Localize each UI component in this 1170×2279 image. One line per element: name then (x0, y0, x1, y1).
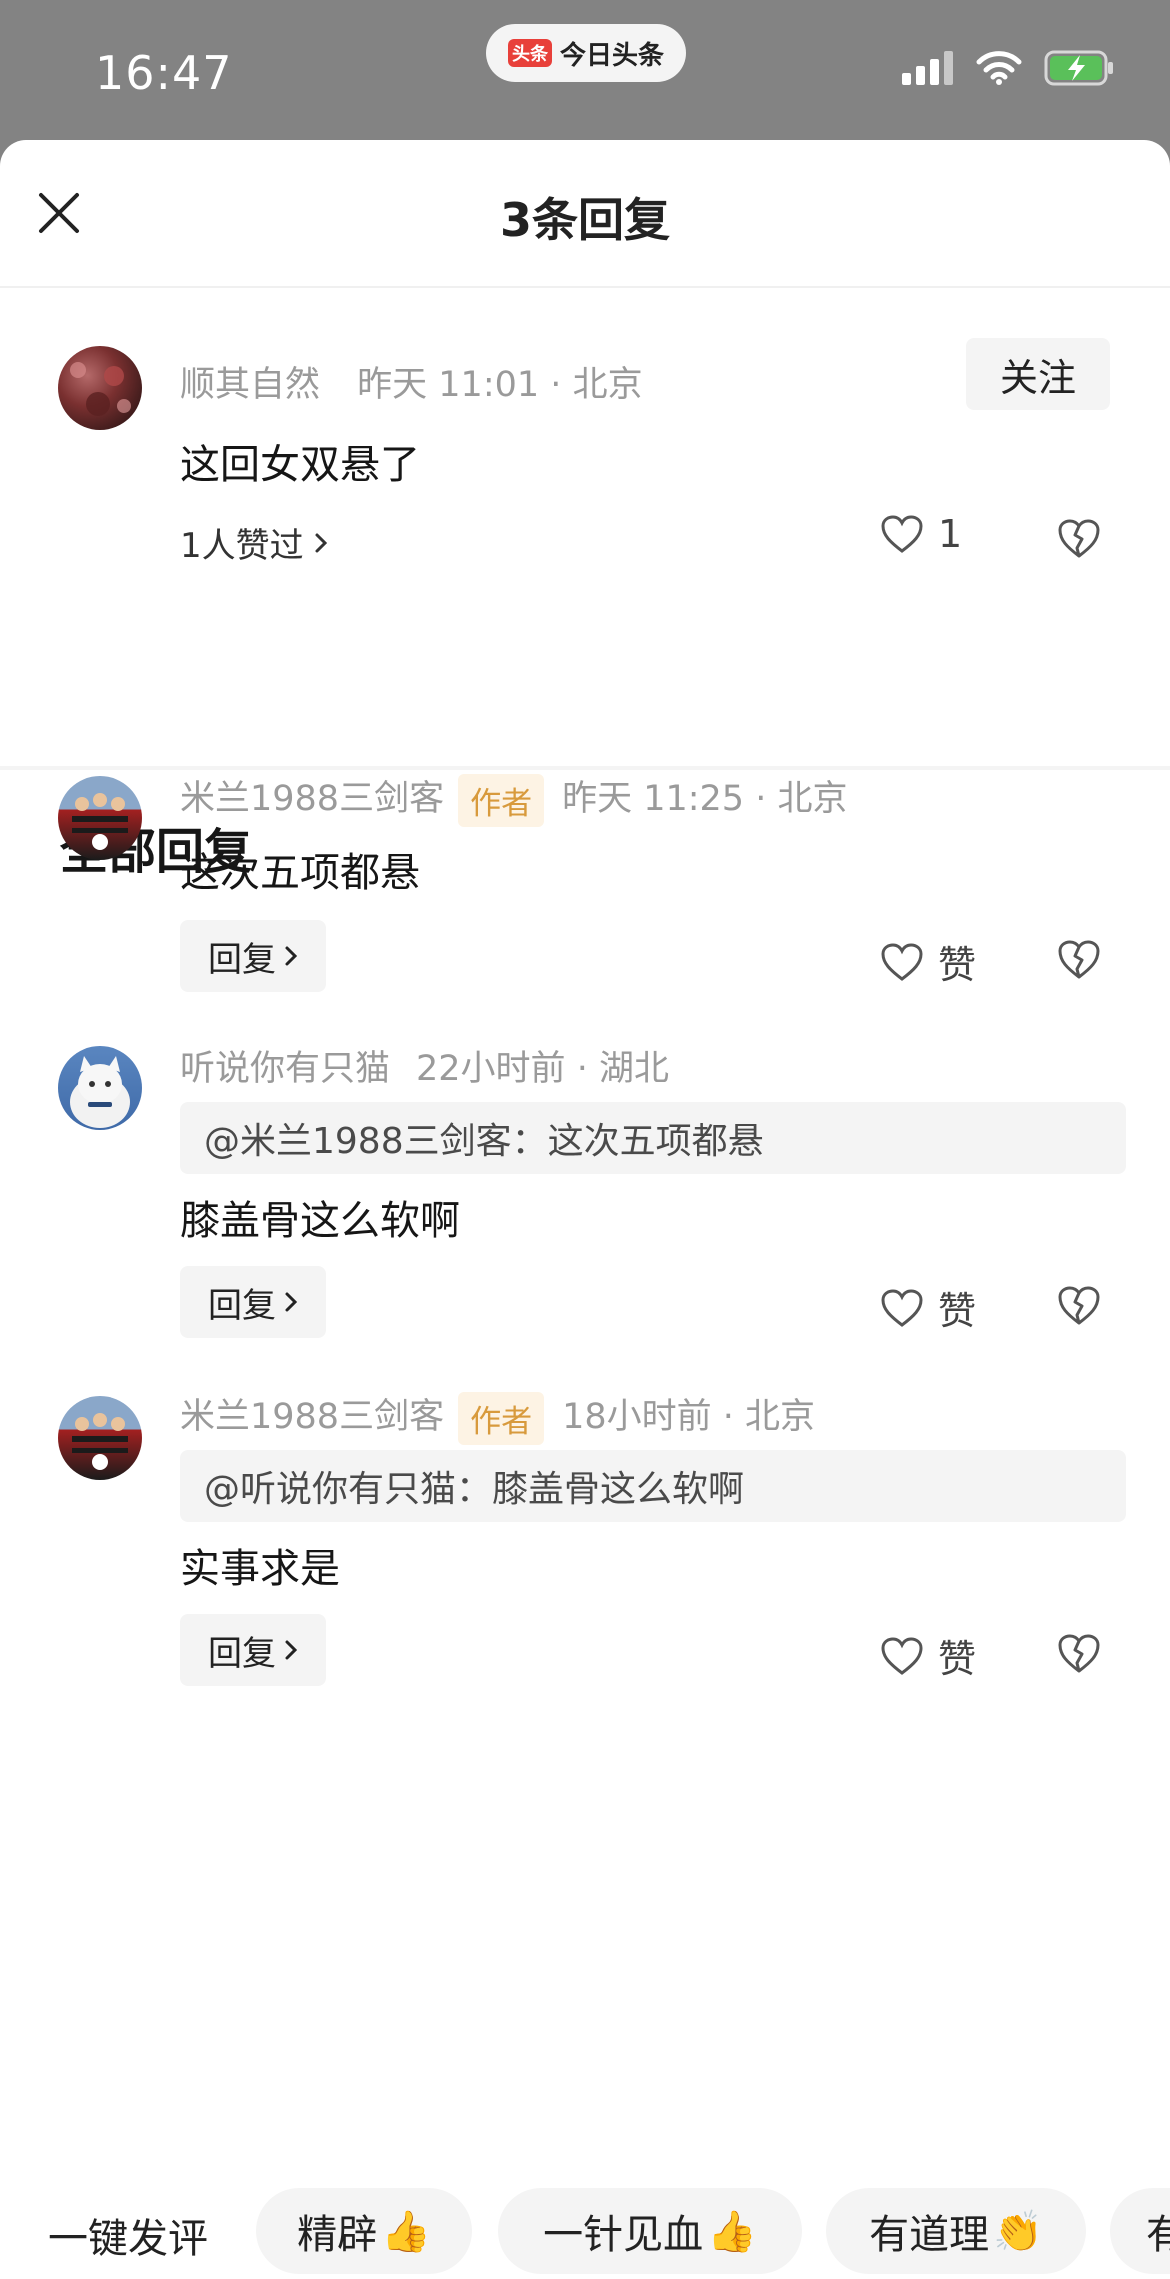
source-app-name: 今日头条 (560, 40, 665, 71)
reply-meta: 米兰1988三剑客 作者 昨天 11:25 · 北京 (180, 770, 847, 827)
avatar[interactable] (58, 1046, 142, 1130)
thumbs-up-icon: 👍 (707, 2208, 757, 2255)
location: 北京 (572, 365, 643, 405)
dislike-icon[interactable] (1056, 936, 1102, 982)
username[interactable]: 听说你有只猫 (180, 1049, 390, 1089)
location: 北京 (777, 779, 848, 819)
heart-icon (881, 942, 923, 981)
heart-icon (881, 1636, 923, 1675)
reply-button[interactable]: 回复 (180, 920, 326, 992)
like-label: 赞 (938, 1637, 977, 1681)
chevron-right-icon (315, 533, 327, 552)
like-button[interactable]: 赞 (880, 1628, 976, 1683)
chip-text: 有道理 (869, 2212, 990, 2258)
avatar[interactable] (58, 346, 142, 430)
status-icons (902, 50, 1116, 86)
quick-reply-chip[interactable]: 有 (1110, 2188, 1170, 2274)
reply-meta: 米兰1988三剑客 作者 18小时前 · 北京 (180, 1388, 815, 1445)
liked-by-link[interactable]: 1人赞过 (180, 518, 328, 567)
avatar[interactable] (58, 776, 142, 860)
liked-by-label: 1人赞过 (180, 526, 304, 566)
quoted-comment[interactable]: @听说你有只猫：膝盖骨这么软啊 (180, 1450, 1126, 1522)
status-time: 16:47 (95, 46, 233, 100)
timestamp: 昨天 11:01 (357, 365, 540, 405)
timestamp: 22小时前 (416, 1049, 566, 1089)
username[interactable]: 米兰1988三剑客 (180, 779, 444, 819)
reply-label: 回复 (208, 1285, 276, 1326)
status-bar: 16:47 头条 今日头条 (0, 0, 1170, 140)
like-button[interactable]: 1 (880, 512, 962, 556)
location: 湖北 (598, 1049, 669, 1089)
source-app-pill[interactable]: 头条 今日头条 (486, 24, 687, 82)
comment-meta: 顺其自然 昨天 11:01 · 北京 (180, 365, 643, 405)
sheet-header: 3条回复 (0, 140, 1170, 288)
reply-text: 实事求是 (180, 1546, 340, 1592)
reply-sheet: 3条回复 顺其自然 昨天 11:01 · 北京 关注 这回女双悬了 1人赞过 1 (0, 140, 1170, 2279)
reply-meta: 听说你有只猫 22小时前 · 湖北 (180, 1049, 669, 1089)
location: 北京 (745, 1397, 816, 1437)
battery-charging-icon (1044, 50, 1113, 86)
reply-button[interactable]: 回复 (180, 1266, 326, 1338)
chevron-right-icon (285, 1640, 298, 1660)
timestamp: 昨天 11:25 (562, 779, 745, 819)
quoted-comment[interactable]: @米兰1988三剑客：这次五项都悬 (180, 1102, 1126, 1174)
heart-icon (881, 1288, 923, 1327)
reply-label: 回复 (208, 1633, 276, 1674)
signal-icon (902, 51, 953, 85)
username[interactable]: 顺其自然 (180, 365, 320, 405)
like-button[interactable]: 赞 (880, 1280, 976, 1335)
like-count: 1 (938, 512, 963, 556)
toutiao-logo-icon: 头条 (508, 39, 552, 67)
follow-button[interactable]: 关注 (966, 338, 1110, 410)
like-button[interactable]: 赞 (880, 934, 976, 989)
comment-text: 这回女双悬了 (180, 442, 420, 488)
page-title: 3条回复 (499, 193, 670, 247)
timestamp: 18小时前 (562, 1397, 712, 1437)
quick-reply-chip[interactable]: 有道理 👏 (826, 2188, 1086, 2274)
dislike-icon[interactable] (1056, 515, 1102, 561)
chevron-right-icon (285, 946, 298, 966)
wifi-icon (976, 51, 1022, 85)
reply-text: 这次五项都悬 (180, 850, 420, 896)
chip-text: 一针见血 (543, 2212, 704, 2258)
chevron-right-icon (285, 1292, 298, 1312)
quick-reply-chip[interactable]: 一针见血 👍 (498, 2188, 802, 2274)
author-badge: 作者 (458, 1391, 545, 1445)
like-label: 赞 (938, 943, 977, 987)
chip-text: 精辟 (297, 2212, 378, 2258)
reply-button[interactable]: 回复 (180, 1614, 326, 1686)
quick-reply-label: 一键发评 (48, 2216, 208, 2262)
like-label: 赞 (938, 1289, 977, 1333)
heart-icon (881, 515, 923, 553)
username[interactable]: 米兰1988三剑客 (180, 1397, 444, 1437)
chip-text: 有 (1146, 2212, 1170, 2258)
quick-reply-chip[interactable]: 精辟 👍 (256, 2188, 472, 2274)
author-badge: 作者 (458, 773, 545, 827)
clapping-hands-icon: 👏 (993, 2208, 1043, 2255)
reply-text: 膝盖骨这么软啊 (180, 1198, 460, 1244)
dislike-icon[interactable] (1056, 1282, 1102, 1328)
quick-reply-bar: 一键发评 精辟 👍 一针见血 👍 有道理 👏 有 (0, 2184, 1170, 2274)
dislike-icon[interactable] (1056, 1630, 1102, 1676)
avatar[interactable] (58, 1396, 142, 1480)
thumbs-up-icon: 👍 (381, 2208, 431, 2255)
reply-label: 回复 (208, 939, 276, 980)
